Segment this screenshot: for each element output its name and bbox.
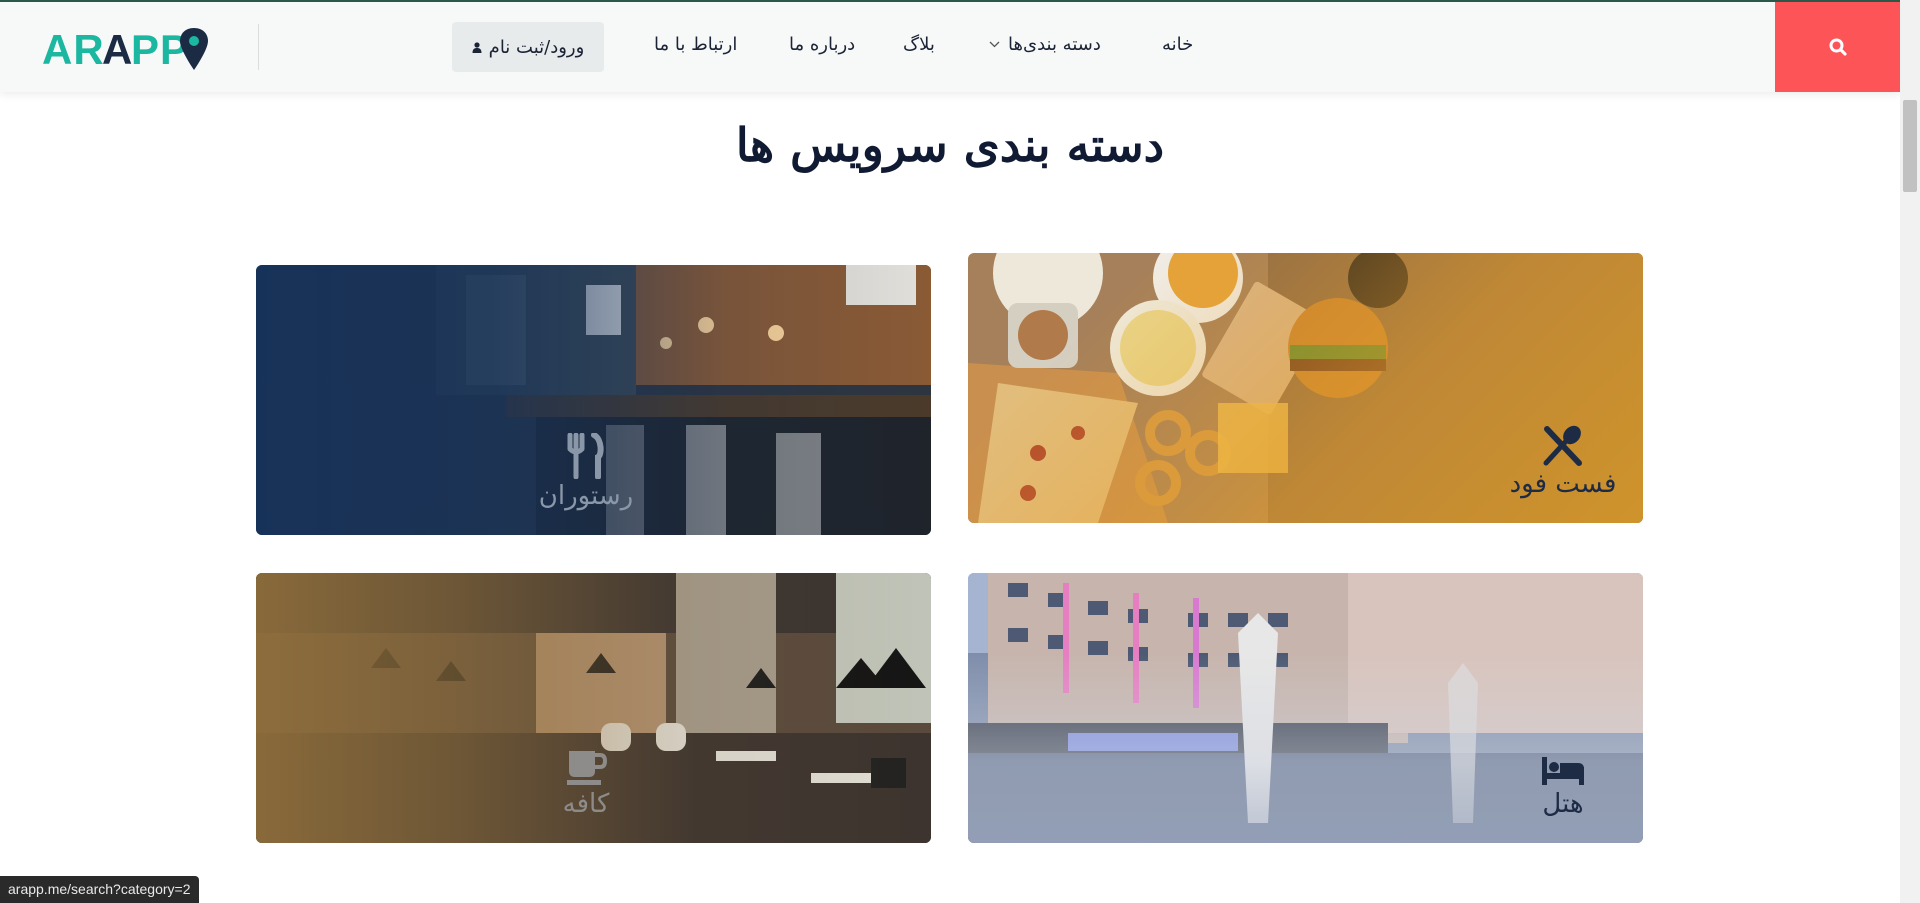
hotel-name: هتل (1542, 789, 1584, 819)
category-card-fastfood[interactable]: فست فود (968, 253, 1643, 523)
fastfood-label: فست فود (1493, 425, 1633, 499)
cafe-name: کافه (562, 789, 610, 819)
cafe-label: کافه (516, 747, 656, 819)
nav-home[interactable]: خانه (1162, 34, 1193, 55)
fork-knife-icon (567, 433, 604, 479)
nav-blog[interactable]: بلاگ (903, 34, 935, 55)
chevron-down-icon (989, 41, 1000, 48)
search-button[interactable] (1775, 2, 1900, 92)
coffee-cup-icon (567, 751, 607, 785)
logo-divider (258, 24, 259, 70)
category-card-hotel[interactable]: هتل (968, 573, 1643, 843)
restaurant-label: رستوران (516, 433, 656, 511)
restaurant-name: رستوران (538, 481, 634, 511)
svg-text:AR: AR (42, 26, 105, 73)
status-bar-url: arapp.me/search?category=2 (0, 876, 199, 903)
svg-text:A: A (102, 26, 132, 73)
page-scrollbar[interactable] (1900, 0, 1920, 903)
nav-categories[interactable]: دسته بندی‌ها (989, 34, 1101, 55)
login-register-label: ورود/ثبت نام (488, 36, 585, 58)
nav-contact[interactable]: ارتباط با ما (654, 34, 737, 55)
fastfood-name: فست فود (1509, 469, 1617, 499)
svg-text:PP: PP (131, 26, 189, 73)
nav-categories-label: دسته بندی‌ها (1008, 34, 1101, 55)
category-card-cafe[interactable]: کافه (256, 573, 931, 843)
category-card-restaurant[interactable]: رستوران (256, 265, 931, 535)
nav-about[interactable]: درباره ما (789, 34, 855, 55)
hotel-label: هتل (1493, 753, 1633, 819)
site-logo[interactable]: AR A PP (42, 24, 212, 76)
scrollbar-thumb[interactable] (1903, 100, 1917, 192)
login-register-button[interactable]: ورود/ثبت نام (452, 22, 604, 72)
site-header: AR A PP ورود/ثبت نام ارتباط با ما درباره… (0, 2, 1900, 92)
bed-icon (1542, 757, 1584, 785)
section-title: دسته بندی سرویس ها (735, 118, 1165, 172)
search-icon (1829, 38, 1847, 56)
user-icon (472, 41, 482, 53)
utensils-crossed-icon (1543, 425, 1582, 466)
